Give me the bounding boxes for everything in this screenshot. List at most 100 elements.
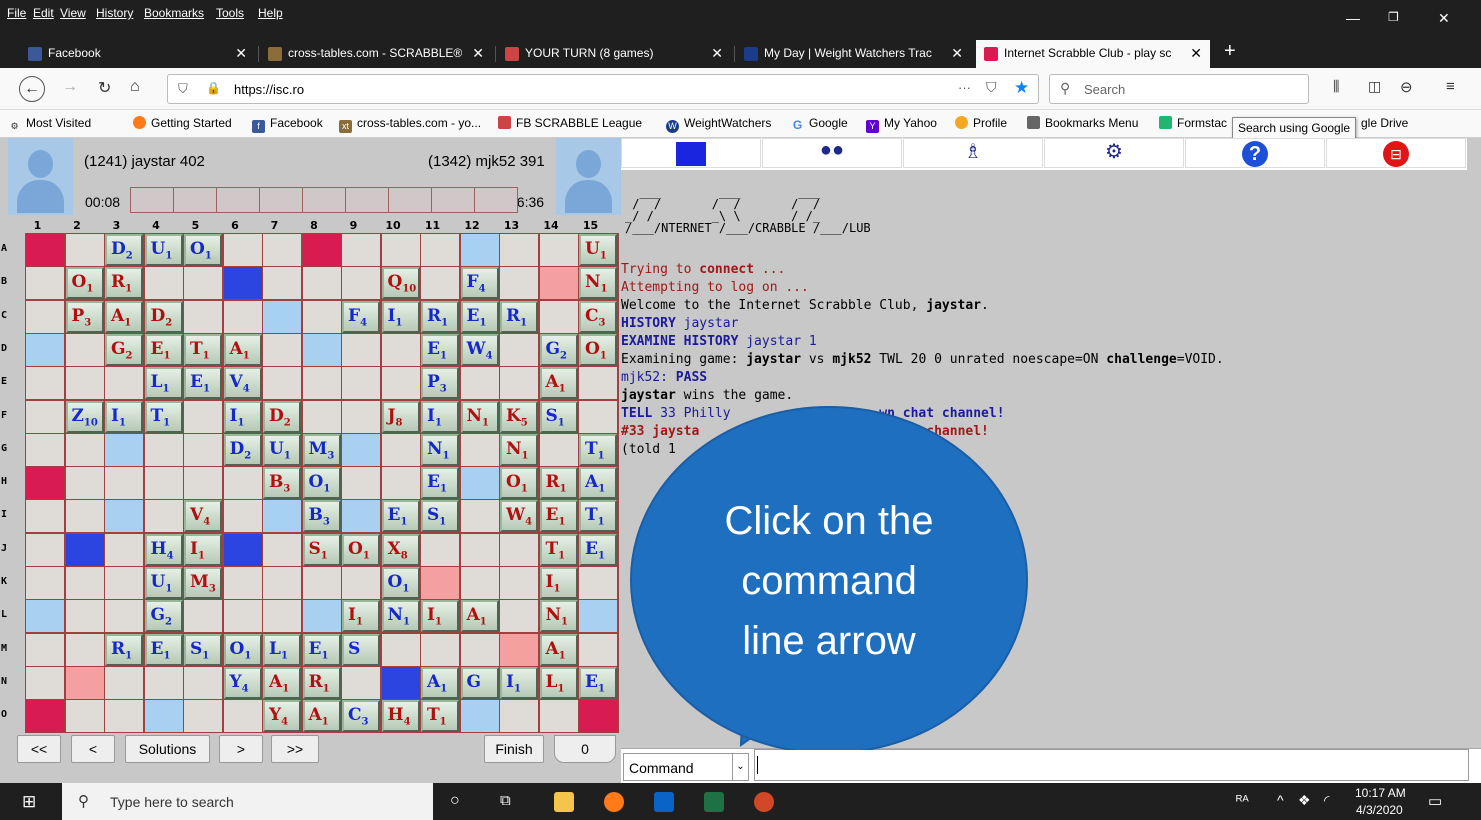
board-square[interactable]	[263, 500, 301, 533]
menu-help[interactable]: Help	[258, 6, 283, 20]
board-square[interactable]	[184, 666, 222, 699]
board-square[interactable]	[65, 333, 104, 366]
board-square[interactable]	[342, 367, 380, 400]
bookmark-formstack[interactable]: Formstac	[1159, 116, 1227, 130]
board-square[interactable]	[65, 467, 104, 500]
board-square[interactable]	[302, 367, 341, 400]
board-square[interactable]	[302, 600, 341, 633]
new-tab-button[interactable]: +	[1224, 40, 1236, 63]
board-square[interactable]	[223, 267, 262, 300]
board-square[interactable]	[144, 666, 183, 699]
board-square[interactable]	[223, 500, 262, 533]
exit-tab[interactable]: ⊟	[1326, 138, 1466, 168]
tab-cross-tables[interactable]: cross-tables.com - SCRABBLE® ✕	[260, 40, 492, 68]
board-square[interactable]	[144, 500, 183, 533]
board-square[interactable]	[65, 500, 104, 533]
board-square[interactable]	[302, 234, 341, 266]
bookmark-bookmarks-menu[interactable]: Bookmarks Menu	[1027, 116, 1138, 130]
board-square[interactable]	[539, 433, 578, 466]
board-square[interactable]	[26, 400, 64, 433]
board-square[interactable]	[26, 234, 64, 266]
board-square[interactable]	[460, 467, 499, 500]
board-square[interactable]	[184, 300, 222, 333]
board-square[interactable]	[263, 300, 301, 333]
board-square[interactable]	[460, 234, 499, 266]
menu-tools[interactable]: Tools	[216, 6, 244, 20]
last-move-button[interactable]: >>	[271, 735, 319, 763]
board-square[interactable]	[65, 533, 104, 566]
board-square[interactable]	[65, 567, 104, 599]
close-tab-icon[interactable]: ✕	[1190, 45, 1202, 62]
tab-weight-watchers[interactable]: My Day | Weight Watchers Trac ✕	[736, 40, 971, 68]
board-square[interactable]	[421, 633, 459, 666]
menu-edit[interactable]: Edit	[33, 6, 54, 20]
taskbar-date[interactable]: 4/3/2020	[1356, 803, 1403, 817]
board-square[interactable]	[26, 500, 64, 533]
windows-start-icon[interactable]: ⊞	[22, 792, 36, 812]
board-square[interactable]	[26, 300, 64, 333]
board-square[interactable]	[26, 600, 64, 633]
url-bar[interactable]: ⛉ 🔒 https://isc.ro ··· ⛉ ★	[167, 74, 1039, 104]
board-square[interactable]	[421, 533, 459, 566]
board-square[interactable]	[223, 567, 262, 599]
wifi-icon[interactable]: ◜	[1324, 792, 1329, 809]
board-square[interactable]	[302, 267, 341, 300]
board-square[interactable]	[579, 567, 617, 599]
taskbar-search[interactable]: ⚲ Type here to search	[62, 783, 433, 820]
close-tab-icon[interactable]: ✕	[951, 45, 963, 62]
solutions-button[interactable]: Solutions	[125, 735, 210, 763]
board-square[interactable]	[263, 600, 301, 633]
board-square[interactable]	[105, 367, 143, 400]
help-tab[interactable]: ?	[1185, 138, 1325, 168]
board-square[interactable]	[302, 400, 341, 433]
board-square[interactable]	[539, 234, 578, 266]
board-square[interactable]	[579, 633, 617, 666]
bookmark-weightwatchers[interactable]: W WeightWatchers	[666, 116, 771, 133]
menu-file[interactable]: File	[7, 6, 26, 20]
board-square[interactable]	[105, 467, 143, 500]
board-square[interactable]	[460, 700, 499, 733]
close-tab-icon[interactable]: ✕	[711, 45, 723, 62]
tile-bag-button[interactable]: 0	[554, 735, 616, 763]
board-square[interactable]	[263, 533, 301, 566]
board-square[interactable]	[539, 700, 578, 733]
board-square[interactable]	[26, 633, 64, 666]
board-square[interactable]	[263, 367, 301, 400]
file-explorer-icon[interactable]	[554, 792, 574, 812]
board-square[interactable]	[381, 633, 420, 666]
menu-view[interactable]: View	[60, 6, 86, 20]
board-square[interactable]	[65, 600, 104, 633]
board-square[interactable]	[105, 500, 143, 533]
board-square[interactable]	[184, 267, 222, 300]
cortana-icon[interactable]: ○	[450, 792, 460, 810]
tab-facebook[interactable]: Facebook ✕	[20, 40, 255, 68]
board-square[interactable]	[65, 367, 104, 400]
board-square[interactable]	[223, 700, 262, 733]
home-icon[interactable]: ⌂	[130, 78, 140, 96]
board-square[interactable]	[302, 333, 341, 366]
board-square[interactable]	[26, 700, 64, 733]
board-square[interactable]	[26, 467, 64, 500]
board-square[interactable]	[26, 666, 64, 699]
board-square[interactable]	[184, 400, 222, 433]
lock-icon[interactable]: 🔒	[206, 81, 221, 95]
board-square[interactable]	[460, 633, 499, 666]
board-square[interactable]	[342, 500, 380, 533]
page-actions-icon[interactable]: ···	[958, 80, 971, 95]
board-square[interactable]	[342, 400, 380, 433]
prev-move-button[interactable]: <	[71, 735, 115, 763]
board-square[interactable]	[144, 700, 183, 733]
board-square[interactable]	[105, 600, 143, 633]
board-square[interactable]	[500, 700, 538, 733]
board-square[interactable]	[421, 234, 459, 266]
board-square[interactable]	[381, 333, 420, 366]
board-square[interactable]	[65, 433, 104, 466]
seat-tab[interactable]: ♗	[903, 138, 1043, 168]
board-square[interactable]	[342, 666, 380, 699]
board-square[interactable]	[539, 300, 578, 333]
tab-isc[interactable]: Internet Scrabble Club - play sc ✕	[976, 40, 1210, 68]
bookmark-my-yahoo[interactable]: Y My Yahoo	[866, 116, 937, 133]
first-move-button[interactable]: <<	[17, 735, 61, 763]
board-square[interactable]	[381, 234, 420, 266]
tray-chevron-icon[interactable]: ^	[1277, 792, 1284, 808]
